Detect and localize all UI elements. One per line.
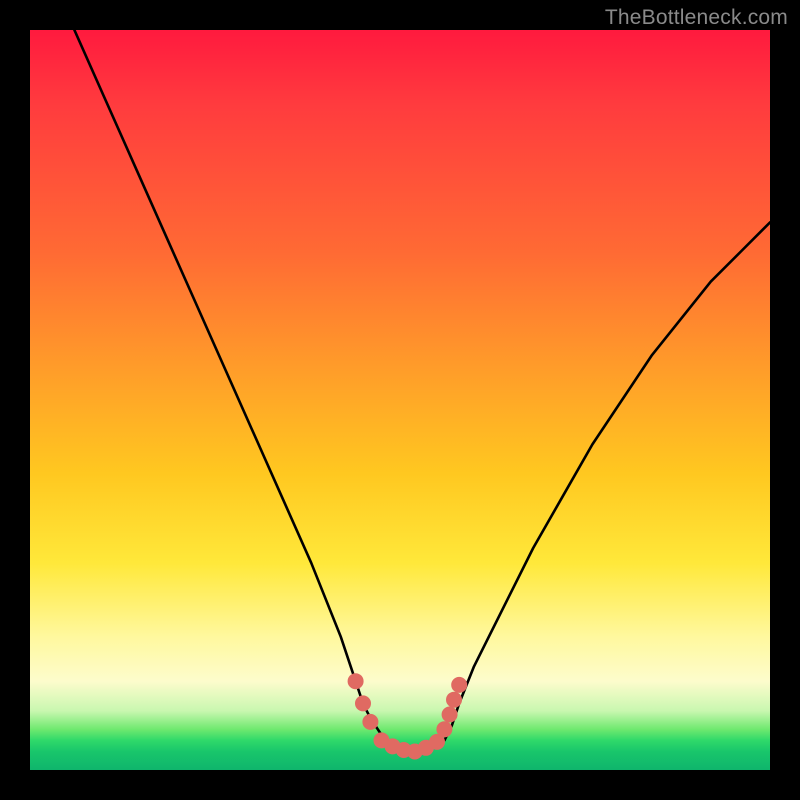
highlighted-markers	[348, 673, 468, 759]
marker-dot	[442, 707, 458, 723]
watermark-text: TheBottleneck.com	[605, 6, 788, 30]
marker-dot	[348, 673, 364, 689]
marker-dot	[436, 721, 452, 737]
chart-overlay	[30, 30, 770, 770]
chart-canvas: TheBottleneck.com	[0, 0, 800, 800]
marker-dot	[355, 695, 371, 711]
marker-dot	[446, 692, 462, 708]
bottleneck-curve	[74, 30, 770, 752]
marker-dot	[362, 714, 378, 730]
marker-dot	[451, 677, 467, 693]
